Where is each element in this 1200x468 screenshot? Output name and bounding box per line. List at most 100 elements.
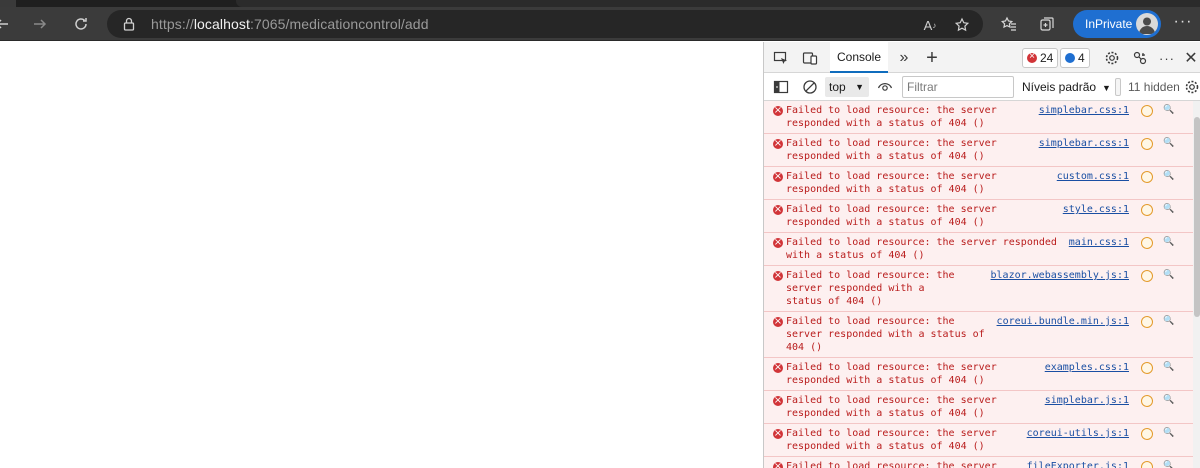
error-message: Failed to load resource: the server resp… — [786, 171, 997, 195]
error-message: Failed to load resource: the server resp… — [786, 237, 1057, 261]
console-log: Failed to load resource: the server resp… — [764, 101, 1193, 468]
search-icon[interactable]: 🔍 — [1163, 394, 1175, 406]
console-error-row[interactable]: Failed to load resource: the server resp… — [764, 167, 1193, 200]
explain-error-icon[interactable] — [1141, 316, 1153, 328]
console-error-row[interactable]: Failed to load resource: the server resp… — [764, 233, 1193, 266]
search-icon[interactable]: 🔍 — [1163, 236, 1175, 248]
page-content — [0, 42, 763, 468]
inprivate-button[interactable]: InPrivate — [1073, 10, 1161, 38]
explain-error-icon[interactable] — [1141, 105, 1153, 117]
info-count-badge[interactable]: 4 — [1060, 48, 1090, 68]
explain-error-icon[interactable] — [1141, 362, 1153, 374]
lock-icon[interactable] — [121, 16, 137, 32]
url-text[interactable]: https://localhost:7065/medicationcontrol… — [151, 16, 429, 32]
inspect-element-icon[interactable] — [771, 48, 791, 68]
search-icon[interactable]: 🔍 — [1163, 427, 1175, 439]
console-error-row[interactable]: Failed to load resource: the server resp… — [764, 266, 1193, 312]
search-icon[interactable]: 🔍 — [1163, 460, 1175, 468]
error-message: Failed to load resource: the server resp… — [786, 316, 985, 353]
source-link[interactable]: examples.css:1 — [1045, 361, 1129, 374]
explain-error-icon[interactable] — [1141, 237, 1153, 249]
message-icon — [1065, 53, 1075, 63]
source-link[interactable]: main.css:1 — [1069, 236, 1129, 249]
browser-tab[interactable] — [236, 0, 1200, 7]
explain-error-icon[interactable] — [1141, 171, 1153, 183]
source-link[interactable]: simplebar.css:1 — [1039, 137, 1129, 150]
address-bar[interactable]: https://localhost:7065/medicationcontrol… — [107, 10, 983, 38]
source-link[interactable]: simplebar.css:1 — [1039, 104, 1129, 117]
search-icon[interactable]: 🔍 — [1163, 203, 1175, 215]
more-tabs-icon[interactable]: » — [894, 48, 914, 68]
search-icon[interactable]: 🔍 — [1163, 361, 1175, 373]
source-link[interactable]: coreui-utils.js:1 — [1027, 427, 1129, 440]
device-emulation-icon[interactable] — [800, 48, 820, 68]
error-icon — [773, 269, 783, 282]
console-error-row[interactable]: Failed to load resource: the server resp… — [764, 358, 1193, 391]
error-message: Failed to load resource: the server resp… — [786, 362, 997, 386]
source-link[interactable]: style.css:1 — [1063, 203, 1129, 216]
explain-error-icon[interactable] — [1141, 428, 1153, 440]
hidden-count[interactable]: 11 hidden — [1128, 77, 1180, 97]
source-link[interactable]: custom.css:1 — [1057, 170, 1129, 183]
source-link[interactable]: blazor.webassembly.js:1 — [991, 269, 1129, 282]
forward-button[interactable] — [28, 12, 52, 36]
error-icon — [773, 104, 783, 117]
search-icon[interactable]: 🔍 — [1163, 104, 1175, 116]
favorites-icon[interactable] — [998, 13, 1020, 35]
more-options-button[interactable]: ··· — [1172, 13, 1194, 35]
search-icon[interactable]: 🔍 — [1163, 137, 1175, 149]
console-error-row[interactable]: Failed to load resource: the server resp… — [764, 424, 1193, 457]
read-aloud-icon[interactable]: A ♪ — [921, 16, 939, 34]
console-error-row[interactable]: Failed to load resource: the server resp… — [764, 457, 1193, 468]
explain-error-icon[interactable] — [1141, 270, 1153, 282]
console-settings-icon[interactable] — [1182, 77, 1200, 97]
connection-icon[interactable] — [1130, 48, 1150, 68]
tab-console[interactable]: Console — [830, 42, 888, 73]
back-arrow-icon — [0, 19, 8, 29]
devtools-more-icon[interactable]: ··· — [1157, 48, 1177, 68]
clear-console-icon[interactable] — [800, 77, 820, 97]
error-icon — [773, 236, 783, 249]
add-tab-icon[interactable]: + — [922, 47, 942, 69]
explain-error-icon[interactable] — [1141, 138, 1153, 150]
sidebar-toggle-icon[interactable] — [771, 77, 791, 97]
source-link[interactable]: fileExporter.js:1 — [1027, 460, 1129, 468]
error-icon — [773, 427, 783, 440]
devtools-tab-bar: Console » + 24 4 ··· ✕ — [764, 42, 1200, 73]
browser-tab[interactable] — [0, 0, 16, 7]
live-expression-eye-icon[interactable] — [875, 77, 895, 97]
source-link[interactable]: simplebar.js:1 — [1045, 394, 1129, 407]
tab-strip — [0, 0, 1200, 7]
close-devtools-icon[interactable]: ✕ — [1181, 48, 1200, 68]
scrollbar-thumb[interactable] — [1194, 117, 1200, 317]
search-icon[interactable]: 🔍 — [1163, 315, 1175, 327]
console-error-row[interactable]: Failed to load resource: the server resp… — [764, 391, 1193, 424]
console-error-row[interactable]: Failed to load resource: the server resp… — [764, 134, 1193, 167]
explain-error-icon[interactable] — [1141, 395, 1153, 407]
console-scrollbar[interactable] — [1193, 101, 1200, 468]
add-favorite-icon[interactable] — [953, 16, 971, 34]
filter-input[interactable]: Filtrar — [902, 76, 1014, 98]
devtools-panel: Console » + 24 4 ··· ✕ top ▼ — [763, 42, 1200, 468]
settings-gear-icon[interactable] — [1102, 48, 1122, 68]
error-icon — [773, 460, 783, 468]
info-count: 4 — [1078, 51, 1085, 65]
search-icon[interactable]: 🔍 — [1163, 269, 1175, 281]
error-message: Failed to load resource: the server resp… — [786, 105, 997, 129]
back-button[interactable] — [0, 12, 14, 36]
error-icon — [773, 170, 783, 183]
console-error-row[interactable]: Failed to load resource: the server resp… — [764, 200, 1193, 233]
source-link[interactable]: coreui.bundle.min.js:1 — [997, 315, 1129, 328]
explain-error-icon[interactable] — [1141, 461, 1153, 468]
console-error-row[interactable]: Failed to load resource: the server resp… — [764, 101, 1193, 134]
console-error-row[interactable]: Failed to load resource: the server resp… — [764, 312, 1193, 358]
collections-icon[interactable] — [1036, 13, 1058, 35]
profile-icon — [1139, 17, 1155, 34]
explain-error-icon[interactable] — [1141, 204, 1153, 216]
context-select[interactable]: top ▼ — [825, 77, 869, 97]
search-icon[interactable]: 🔍 — [1163, 170, 1175, 182]
log-levels-dropdown[interactable]: Níveis padrão ▼ — [1022, 77, 1111, 98]
refresh-button[interactable] — [69, 12, 93, 36]
error-count-badge[interactable]: 24 — [1022, 48, 1059, 68]
error-count: 24 — [1040, 51, 1054, 65]
